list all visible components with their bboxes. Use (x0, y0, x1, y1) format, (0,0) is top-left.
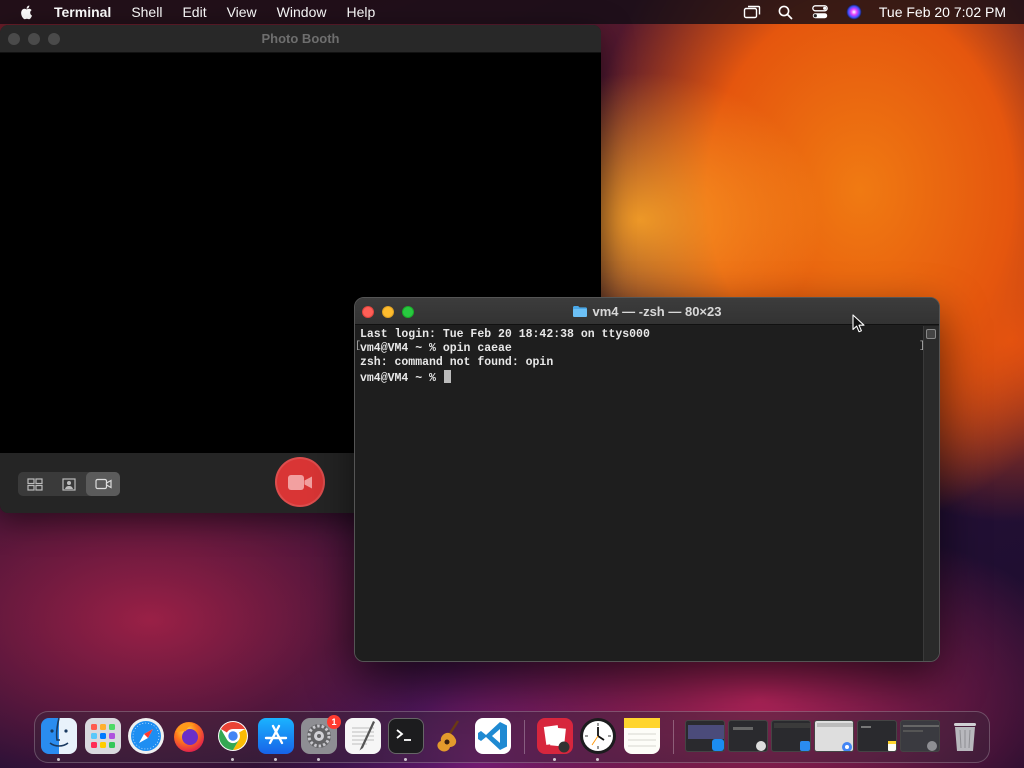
running-indicator (596, 758, 599, 761)
finder-icon[interactable] (41, 718, 77, 754)
running-indicator (317, 758, 320, 761)
dock-separator (673, 720, 674, 754)
menu-edit[interactable]: Edit (182, 0, 206, 24)
screen-mirroring-icon[interactable] (743, 3, 761, 21)
terminal-scrollbar[interactable] (923, 326, 939, 661)
terminal-line: zsh: command not found: opin (360, 356, 554, 369)
terminal-icon[interactable] (388, 718, 424, 754)
text-cursor (443, 370, 451, 383)
view-mode-selector (18, 472, 120, 496)
clock-icon[interactable] (580, 718, 616, 754)
apple-menu-icon[interactable] (18, 3, 36, 21)
minimized-window-thumbnail[interactable] (900, 720, 940, 752)
grid-icon (27, 477, 43, 491)
photo-booth-icon[interactable] (537, 718, 573, 754)
minimized-window-thumbnail[interactable] (814, 720, 854, 752)
terminal-output[interactable]: Last login: Tue Feb 20 18:42:38 on ttys0… (355, 326, 923, 661)
grid-view-button[interactable] (18, 472, 52, 496)
chrome-icon[interactable] (215, 718, 251, 754)
menu-clock[interactable]: Tue Feb 20 7:02 PM (879, 4, 1006, 20)
terminal-prompt: vm4@VM4 ~ % (360, 372, 443, 385)
menu-window[interactable]: Window (277, 0, 327, 24)
terminal-line: Last login: Tue Feb 20 18:42:38 on ttys0… (360, 328, 650, 341)
photo-booth-titlebar[interactable]: Photo Booth (0, 25, 601, 53)
launchpad-icon[interactable] (85, 718, 121, 754)
minimized-window-thumbnail[interactable] (685, 720, 725, 752)
mark-bracket-left: [ (355, 341, 362, 352)
menu-app-name[interactable]: Terminal (54, 0, 111, 24)
menu-shell[interactable]: Shell (131, 0, 162, 24)
dock: 1 (34, 711, 990, 763)
safari-icon[interactable] (128, 718, 164, 754)
running-indicator (553, 758, 556, 761)
trash-icon[interactable] (947, 718, 983, 754)
folder-icon (572, 306, 587, 317)
garageband-icon[interactable] (431, 718, 467, 754)
vscode-icon[interactable] (475, 718, 511, 754)
siri-icon[interactable] (845, 3, 863, 21)
running-indicator (231, 758, 234, 761)
terminal-line: vm4@VM4 ~ % opin caeae (360, 342, 512, 355)
terminal-window: vm4 — -zsh — 80×23 Last login: Tue Feb 2… (354, 297, 940, 662)
menu-help[interactable]: Help (346, 0, 375, 24)
dock-separator (524, 720, 525, 754)
minimized-window-thumbnail[interactable] (857, 720, 897, 752)
terminal-title: vm4 — -zsh — 80×23 (592, 304, 722, 319)
photo-booth-title: Photo Booth (261, 31, 340, 46)
notes-icon[interactable] (624, 718, 660, 754)
menu-view[interactable]: View (227, 0, 257, 24)
minimized-window-thumbnail[interactable] (728, 720, 768, 752)
running-indicator (404, 758, 407, 761)
running-indicator (274, 758, 277, 761)
minimized-window-thumbnail[interactable] (771, 720, 811, 752)
mouse-pointer-icon (852, 314, 865, 333)
single-photo-button[interactable] (52, 472, 86, 496)
menu-bar: Terminal Shell Edit View Window Help Tue… (0, 0, 1024, 24)
system-settings-icon[interactable]: 1 (301, 715, 341, 754)
video-record-icon (288, 474, 312, 490)
scroll-marker-icon (926, 329, 936, 339)
video-mode-button[interactable] (86, 472, 120, 496)
textedit-icon[interactable] (345, 718, 381, 754)
spotlight-search-icon[interactable] (777, 3, 795, 21)
portrait-icon (62, 477, 76, 491)
notification-badge: 1 (327, 715, 341, 729)
video-camera-icon (94, 478, 112, 490)
control-center-icon[interactable] (811, 3, 829, 21)
record-video-button[interactable] (275, 457, 325, 507)
firefox-icon[interactable] (171, 718, 207, 754)
app-store-icon[interactable] (258, 718, 294, 754)
running-indicator (57, 758, 60, 761)
